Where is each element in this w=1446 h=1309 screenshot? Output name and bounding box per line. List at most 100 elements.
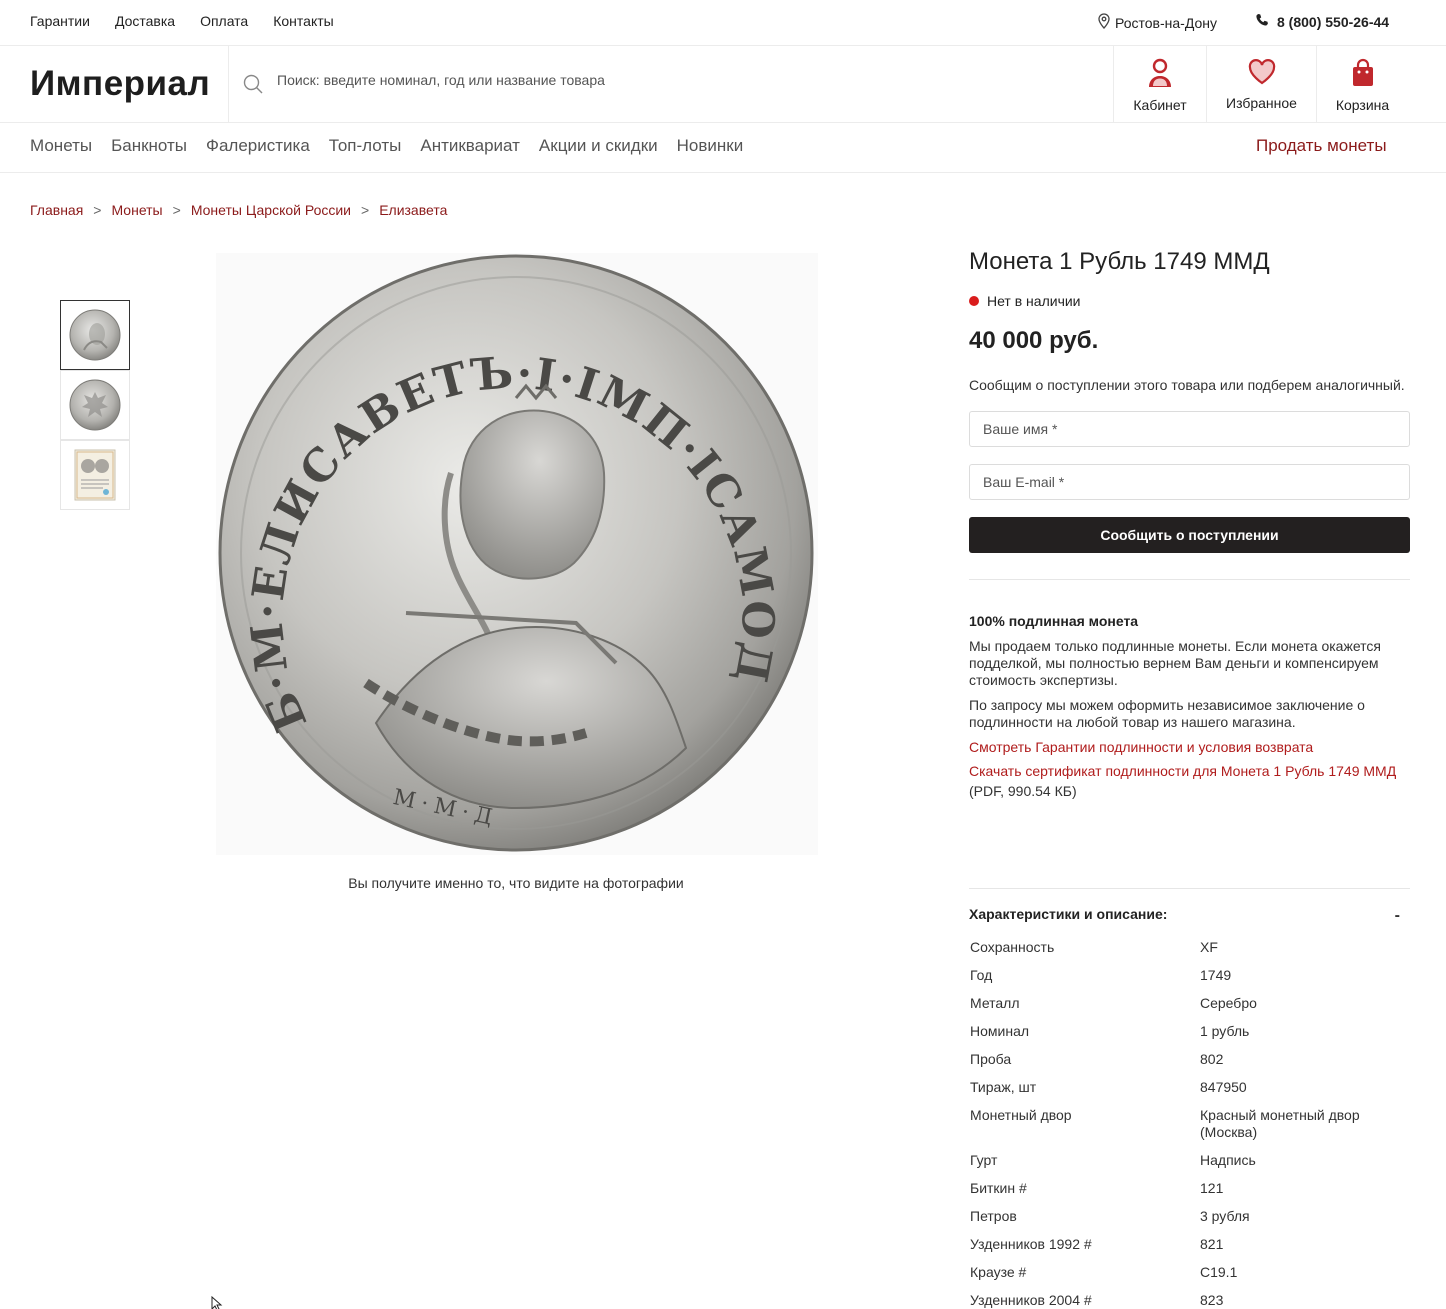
spec-row: Краузе # C19.1 [969,1259,1410,1287]
spec-key: Номинал [970,1023,1030,1039]
top-link-payment[interactable]: Оплата [200,13,248,29]
spec-row: Узденников 2004 # 823 [969,1287,1410,1309]
divider [969,579,1410,580]
spec-key: Узденников 1992 # [970,1236,1092,1252]
nav-item-coins[interactable]: Монеты [30,136,92,156]
spec-row: Проба 802 [969,1046,1410,1074]
sell-coins-link[interactable]: Продать монеты [1256,136,1387,156]
authenticity-text-2: По запросу мы можем оформить независимое… [969,697,1365,730]
phone-icon [1255,13,1269,30]
nav-item-new[interactable]: Новинки [677,136,744,156]
breadcrumb-separator: > [361,202,370,218]
thumbnail-obverse[interactable] [60,300,130,370]
nav-item-banknotes[interactable]: Банкноты [111,136,187,156]
spec-value: 121 [1200,1180,1224,1196]
pdf-file-info: (PDF, 990.54 КБ) [969,783,1077,799]
breadcrumb-elizabeth[interactable]: Елизавета [379,202,447,218]
spec-row: Биткин # 121 [969,1175,1410,1203]
specs-header[interactable]: Характеристики и описание: - [969,889,1410,925]
spec-value: Красный монетный двор (Москва) [1200,1107,1360,1140]
spec-value: XF [1200,939,1218,955]
favorites-button[interactable]: Избранное [1206,46,1316,123]
spec-key: Год [970,967,993,983]
shopping-bag-icon [1350,58,1376,91]
spec-value: Надпись [1200,1152,1256,1168]
spec-key: Тираж, шт [970,1079,1037,1095]
top-link-contacts[interactable]: Контакты [273,13,333,29]
product-price: 40 000 руб. [969,327,1099,354]
favorites-label: Избранное [1226,95,1297,111]
cabinet-button[interactable]: Кабинет [1114,46,1206,123]
product-info: Монета 1 Рубль 1749 ММД Нет в наличии 40… [969,248,1410,799]
spec-key: Биткин # [970,1180,1027,1196]
top-links: Гарантии Доставка Оплата Контакты [30,13,334,29]
search-icon[interactable] [243,74,263,99]
breadcrumb-home[interactable]: Главная [30,202,83,218]
user-icon [1146,58,1174,91]
city-selector[interactable]: Ростов-на-Дону [1097,13,1217,32]
cabinet-label: Кабинет [1133,97,1187,113]
spec-value: 3 рубля [1200,1208,1250,1224]
spec-row: Тираж, шт 847950 [969,1074,1410,1102]
spec-key: Петров [970,1208,1017,1224]
spec-row: Петров 3 рубля [969,1203,1410,1231]
guarantees-link[interactable]: Смотреть Гарантии подлинности и условия … [969,739,1410,755]
stock-status-dot-icon [969,296,979,306]
nav-item-antiques[interactable]: Антиквариат [420,136,520,156]
breadcrumb-separator: > [172,202,181,218]
spec-row: Монетный двор Красный монетный двор (Моск… [969,1102,1410,1147]
cart-button[interactable]: Корзина [1316,46,1408,123]
email-field[interactable] [969,464,1410,500]
spec-row: Сохранность XF [969,934,1410,962]
nav-item-sales[interactable]: Акции и скидки [539,136,658,156]
heart-icon [1248,58,1276,89]
top-link-delivery[interactable]: Доставка [115,13,175,29]
thumbnail-reverse[interactable] [60,370,130,440]
breadcrumb-separator: > [93,202,102,218]
certificate-download-link[interactable]: Скачать сертификат подлинности для Монет… [969,763,1410,779]
product-title: Монета 1 Рубль 1749 ММД [969,248,1270,275]
spec-value: 823 [1200,1292,1224,1308]
notify-button[interactable]: Сообщить о поступлении [969,517,1410,553]
phone-number: 8 (800) 550-26-44 [1277,13,1390,30]
phone-link[interactable]: 8 (800) 550-26-44 [1255,13,1389,30]
nav-items: Монеты Банкноты Фалеристика Топ-лоты Ант… [30,136,743,156]
top-link-guarantees[interactable]: Гарантии [30,13,90,29]
spec-key: Гурт [970,1152,998,1168]
location-pin-icon [1097,13,1111,32]
product-main-image[interactable]: Б·М·ЕЛИСАВЕТЪ·I·IМП·IСАМОД·ВСЕРОС· М·М·Д [196,213,818,855]
spec-value: 847950 [1200,1079,1247,1095]
name-field[interactable] [969,411,1410,447]
main-nav: Монеты Банкноты Фалеристика Топ-лоты Ант… [0,123,1446,173]
mouse-cursor-icon [211,1295,225,1309]
stock-status: Нет в наличии [969,293,1410,309]
collapse-toggle-icon[interactable]: - [1395,907,1400,925]
spec-key: Сохранность [970,939,1055,955]
cart-label: Корзина [1335,97,1390,113]
header: Империал Кабинет Избранное Корзина [0,46,1446,123]
breadcrumb-coins[interactable]: Монеты [111,202,162,218]
site-logo[interactable]: Империал [30,64,210,104]
spec-value: 802 [1200,1051,1224,1067]
spec-key: Монетный двор [970,1107,1072,1123]
spec-value: 1 рубль [1200,1023,1250,1039]
spec-key: Узденников 2004 # [970,1292,1092,1308]
spec-key: Проба [970,1051,1012,1067]
search-input[interactable] [277,72,1077,88]
spec-row: Номинал 1 рубль [969,1018,1410,1046]
thumbnail-certificate[interactable] [60,440,130,510]
spec-row: Гурт Надпись [969,1147,1410,1175]
authenticity-title: 100% подлинная монета [969,613,1139,629]
stock-status-label: Нет в наличии [987,293,1081,309]
spec-row: Год 1749 [969,962,1410,990]
authenticity-text: Мы продаем только подлинные монеты. Если… [969,638,1381,688]
nav-item-phaleristics[interactable]: Фалеристика [206,136,310,156]
photo-caption: Вы получите именно то, что видите на фот… [348,875,684,891]
nav-item-top-lots[interactable]: Топ-лоты [329,136,402,156]
breadcrumb-tsarist-coins[interactable]: Монеты Царской России [191,202,351,218]
city-label: Ростов-на-Дону [1115,14,1217,31]
spec-value: C19.1 [1200,1264,1238,1280]
notify-description: Сообщим о поступлении этого товара или п… [969,377,1405,393]
specs-section: Характеристики и описание: - Сохранность… [969,888,1410,1309]
breadcrumb: Главная > Монеты > Монеты Царской России… [30,202,447,218]
